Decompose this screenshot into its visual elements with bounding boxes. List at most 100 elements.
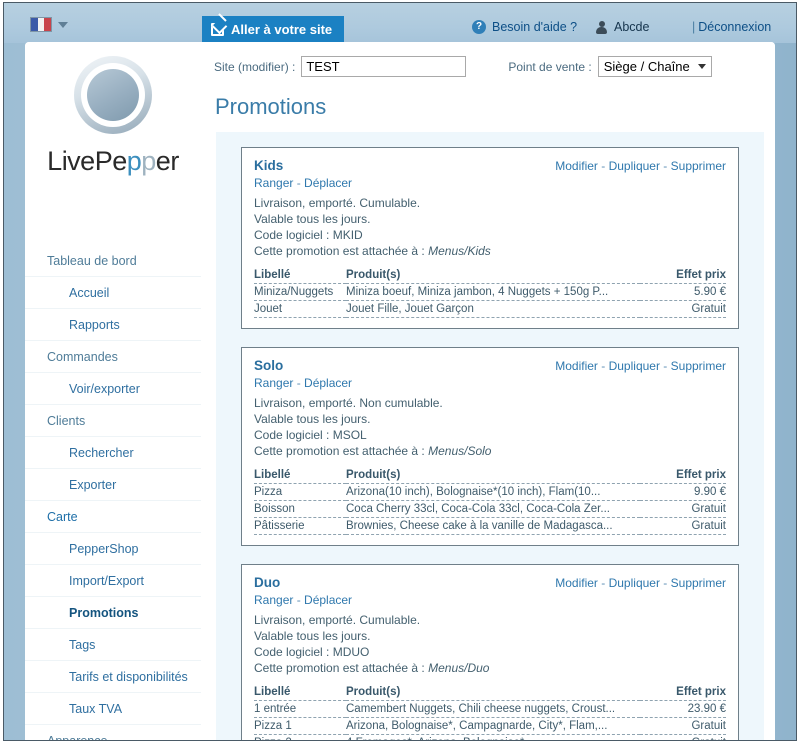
duplicate-link[interactable]: Dupliquer [609, 576, 660, 590]
sidebar-item-peppershop[interactable]: PepperShop [25, 533, 201, 565]
promotion-card: Kids Modifier - Dupliquer - Supprimer Rang… [241, 147, 739, 329]
action-separator: - [659, 576, 671, 590]
sidebar: LivePepper Tableau de bord Accueil Rapport… [25, 42, 201, 740]
promotion-card: Solo Modifier - Dupliquer - Supprimer Rang… [241, 347, 739, 546]
action-separator: - [597, 159, 609, 173]
cell-libelle: Pizza 2 [254, 734, 346, 740]
delete-link[interactable]: Supprimer [671, 359, 726, 373]
action-separator: - [597, 359, 609, 373]
promotion-code-value: MSOL [332, 428, 367, 442]
promotion-actions: Modifier - Dupliquer - Supprimer [555, 576, 726, 590]
logout-link[interactable]: | Déconnexion [692, 20, 771, 34]
move-link[interactable]: Déplacer [304, 376, 352, 390]
promotion-meta: Livraison, emporté. Cumulable. Valable to… [254, 612, 726, 676]
sidebar-item-voir-exporter[interactable]: Voir/exporter [25, 373, 201, 405]
cell-produits: Brownies, Cheese cake à la vanille de Ma… [346, 517, 640, 535]
delete-link[interactable]: Supprimer [671, 159, 726, 173]
table-header-row: Libellé Produit(s) Effet prix [254, 686, 726, 701]
sidebar-group-commandes[interactable]: Commandes [25, 341, 201, 373]
cell-libelle: Boisson [254, 500, 346, 518]
cell-effet-prix: 23.90 € [640, 700, 726, 718]
sort-link[interactable]: Ranger [254, 176, 293, 190]
promotion-sub-actions: Ranger - Déplacer [254, 593, 726, 607]
sidebar-item-tags[interactable]: Tags [25, 629, 201, 661]
delete-link[interactable]: Supprimer [671, 576, 726, 590]
question-mark-icon: ? [472, 20, 486, 34]
promotion-sub-actions: Ranger - Déplacer [254, 176, 726, 190]
cell-libelle: Pâtisserie [254, 517, 346, 535]
promotion-attach-label: Cette promotion est attachée à : [254, 444, 425, 458]
sidebar-group-clients[interactable]: Clients [25, 405, 201, 437]
column-header-effet-prix: Effet prix [640, 469, 726, 484]
logout-label: Déconnexion [698, 20, 772, 34]
sidebar-group-apparence[interactable]: Apparence [25, 725, 201, 740]
cell-effet-prix: 5.90 € [640, 283, 726, 301]
column-header-libelle: Libellé [254, 469, 346, 484]
edit-link[interactable]: Modifier [555, 359, 598, 373]
point-de-vente-value: Siège / Chaîne [603, 59, 690, 74]
table-row: 1 entrée Camembert Nuggets, Chili cheese … [254, 700, 726, 718]
action-separator: - [293, 176, 305, 190]
action-separator: - [659, 359, 671, 373]
table-header-row: Libellé Produit(s) Effet prix [254, 469, 726, 484]
page-body: LivePepper Tableau de bord Accueil Rapport… [25, 42, 775, 740]
edit-link[interactable]: Modifier [555, 576, 598, 590]
sidebar-item-promotions[interactable]: Promotions [25, 597, 201, 629]
edit-link[interactable]: Modifier [555, 159, 598, 173]
help-label: Besoin d'aide ? [492, 20, 578, 34]
promotion-name: Solo [254, 358, 284, 373]
sidebar-group-carte[interactable]: Carte [25, 501, 201, 533]
promotion-validity: Valable tous les jours. [254, 629, 371, 643]
promotion-header: Duo Modifier - Dupliquer - Supprimer [254, 575, 726, 590]
promotion-products-table: Libellé Produit(s) Effet prix 1 entrée Camem… [254, 686, 726, 740]
sidebar-item-tarifs-et-disponibilit-s[interactable]: Tarifs et disponibilités [25, 661, 201, 693]
move-link[interactable]: Déplacer [304, 176, 352, 190]
cell-produits: Jouet Fille, Jouet Garçon [346, 300, 640, 318]
sidebar-item-accueil[interactable]: Accueil [25, 277, 201, 309]
move-link[interactable]: Déplacer [304, 593, 352, 607]
help-link[interactable]: ? Besoin d'aide ? [472, 20, 577, 34]
promotions-panel: Kids Modifier - Dupliquer - Supprimer Rang… [216, 132, 764, 740]
user-account[interactable]: Abcde [596, 20, 649, 34]
sidebar-item-taux-tva[interactable]: Taux TVA [25, 693, 201, 725]
cell-libelle: Pizza 1 [254, 717, 346, 735]
goto-site-label: Aller à votre site [231, 21, 333, 37]
sidebar-item-import-export[interactable]: Import/Export [25, 565, 201, 597]
promotion-code-label: Code logiciel : [254, 228, 330, 242]
promotion-attach-label: Cette promotion est attachée à : [254, 661, 425, 675]
sidebar-item-rechercher[interactable]: Rechercher [25, 437, 201, 469]
sort-link[interactable]: Ranger [254, 593, 293, 607]
cell-effet-prix: Gratuit [640, 300, 726, 318]
promotion-attach-value: Menus/Duo [428, 661, 490, 675]
top-bar: Aller à votre site ? Besoin d'aide ? Abc… [4, 3, 796, 43]
cell-produits: Camembert Nuggets, Chili cheese nuggets,… [346, 700, 640, 718]
promotion-name: Duo [254, 575, 281, 590]
point-de-vente-select[interactable]: Siège / Chaîne [597, 56, 712, 77]
duplicate-link[interactable]: Dupliquer [609, 359, 660, 373]
promotion-products-table: Libellé Produit(s) Effet prix Pizza Arizona(… [254, 469, 726, 535]
sidebar-nav: Tableau de bord Accueil Rapports Commandes V… [25, 245, 201, 740]
site-input[interactable] [301, 56, 467, 77]
cell-produits: Coca Cherry 33cl, Coca-Cola 33cl, Coca-C… [346, 500, 640, 518]
action-separator: - [659, 159, 671, 173]
column-header-effet-prix: Effet prix [640, 269, 726, 284]
cell-libelle: 1 entrée [254, 700, 346, 718]
goto-site-button[interactable]: Aller à votre site [202, 16, 345, 42]
language-selector[interactable] [30, 17, 68, 32]
point-de-vente-label: Point de vente : [508, 59, 592, 74]
sort-link[interactable]: Ranger [254, 376, 293, 390]
brand-logo[interactable]: LivePepper [25, 56, 201, 177]
duplicate-link[interactable]: Dupliquer [609, 159, 660, 173]
external-link-icon [211, 22, 224, 36]
cell-libelle: Miniza/Nuggets [254, 283, 346, 301]
site-toolbar: Site (modifier) : Point de vente : Siège… [214, 56, 774, 77]
sidebar-item-rapports[interactable]: Rapports [25, 309, 201, 341]
promotion-attach-line: Cette promotion est attachée à : Menus/K… [254, 243, 726, 259]
sidebar-item-exporter[interactable]: Exporter [25, 469, 201, 501]
cell-produits: Miniza boeuf, Miniza jambon, 4 Nuggets +… [346, 283, 640, 301]
application-window: Aller à votre site ? Besoin d'aide ? Abc… [3, 2, 797, 741]
cell-effet-prix: Gratuit [640, 717, 726, 735]
page-title: Promotions [215, 94, 327, 119]
sidebar-group-tableau-de-bord[interactable]: Tableau de bord [25, 245, 201, 277]
main-content: Site (modifier) : Point de vente : Siège… [201, 42, 775, 740]
